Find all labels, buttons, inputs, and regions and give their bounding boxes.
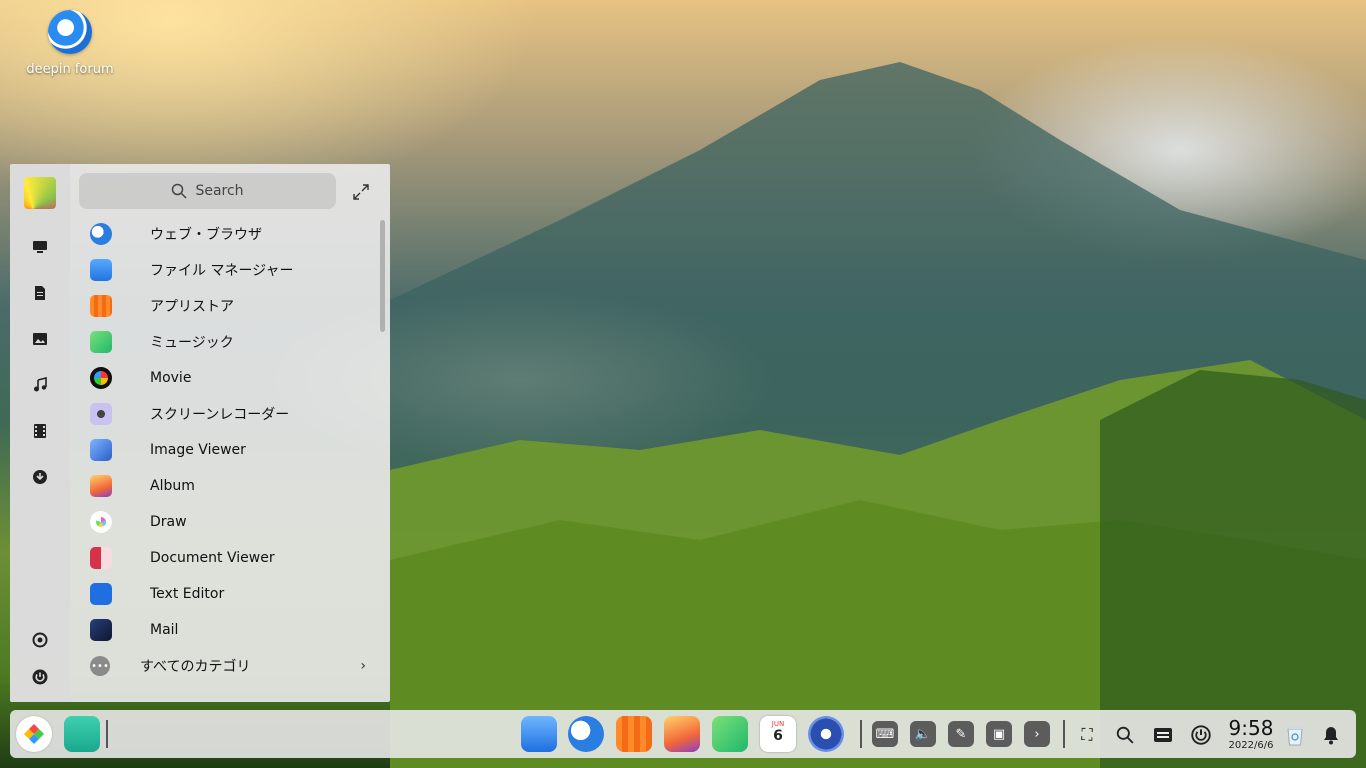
app-label: ウェブ・ブラウザ [150,227,262,243]
download-category-icon[interactable] [30,467,50,487]
app-label: ミュージック [150,335,234,351]
app-label: アプリストア [150,299,234,315]
search-icon [172,183,187,199]
app-list: ウェブ・ブラウザ ファイル マネージャー アプリストア ミュージック Movie… [80,216,380,648]
app-label: Mail [150,622,179,638]
dock-music-icon[interactable] [712,716,748,752]
dock-separator [106,720,108,748]
app-item-image-viewer[interactable]: Image Viewer [80,432,380,468]
document-viewer-icon [90,547,112,569]
app-label: Movie [150,370,192,386]
keyboard-icon[interactable]: ⌨ [872,721,898,747]
category-rail [10,164,70,702]
settings-icon[interactable] [30,630,50,650]
volume-icon[interactable]: 🔈 [910,721,936,747]
music-category-icon[interactable] [30,375,50,395]
all-categories-label: すべてのカテゴリ [140,659,251,675]
clock-time[interactable]: 9:58 [1228,718,1274,738]
launcher-button[interactable] [16,716,52,752]
dock-file-manager-icon[interactable] [521,716,557,752]
app-item-web-browser[interactable]: ウェブ・ブラウザ [80,216,380,252]
desktop-icon-deepin-forum[interactable]: deepin forum [22,10,118,77]
dock-calendar-icon[interactable]: JUN 6 [760,716,796,752]
chevron-right-icon: › [360,658,366,674]
app-store-icon [90,295,112,317]
video-category-icon[interactable] [30,421,50,441]
app-item-screen-recorder[interactable]: スクリーンレコーダー [80,396,380,432]
app-item-document-viewer[interactable]: Document Viewer [80,540,380,576]
app-item-mail[interactable]: Mail [80,612,380,648]
app-label: ファイル マネージャー [150,263,294,279]
file-manager-icon [90,259,112,281]
app-item-text-editor[interactable]: Text Editor [80,576,380,612]
search-input[interactable]: Search [79,173,336,209]
app-item-movie[interactable]: Movie [80,360,380,396]
draw-icon [90,511,112,533]
more-dots-icon: ••• [90,656,110,676]
app-label: Album [150,478,195,494]
dock-album-icon[interactable] [664,716,700,752]
desktop-icon-label: deepin forum [26,62,114,77]
pen-icon[interactable]: ✎ [948,721,974,747]
dock: JUN 6 ⌨ 🔈 ✎ ▣ › ⛶ 9:58 2022/6/6 [10,710,1356,758]
image-category-icon[interactable] [30,329,50,349]
all-categories-button[interactable]: ••• すべてのカテゴリ › [80,650,380,682]
multitask-view-icon[interactable] [64,716,100,752]
image-viewer-icon [90,439,112,461]
app-label: スクリーンレコーダー [150,407,290,423]
app-label: Text Editor [150,586,225,602]
clock-date[interactable]: 2022/6/6 [1224,740,1278,751]
app-label: Document Viewer [150,550,275,566]
calendar-day: 6 [773,728,783,744]
dock-separator [1063,720,1065,748]
deepin-logo-icon [48,10,92,54]
app-item-music[interactable]: ミュージック [80,324,380,360]
dock-settings-icon[interactable] [808,716,844,752]
app-item-draw[interactable]: Draw [80,504,380,540]
album-icon [90,475,112,497]
dock-app-store-icon[interactable] [616,716,652,752]
document-category-icon[interactable] [30,283,50,303]
mail-icon [90,619,112,641]
desktop-category-icon[interactable] [30,237,50,257]
onscreen-keyboard-icon[interactable] [1150,722,1176,748]
app-item-file-manager[interactable]: ファイル マネージャー [80,252,380,288]
app-label: Image Viewer [150,442,246,458]
power-icon[interactable] [30,667,50,687]
app-launcher: Search ウェブ・ブラウザ ファイル マネージャー アプリストア ミュージッ… [10,164,390,702]
trash-icon[interactable] [1282,722,1308,748]
notification-bell-icon[interactable] [1318,722,1344,748]
music-icon [90,331,112,353]
dock-separator [860,720,862,748]
screen-record-icon[interactable]: ▣ [986,721,1012,747]
app-label: Draw [150,514,187,530]
browser-icon [90,223,112,245]
app-item-app-store[interactable]: アプリストア [80,288,380,324]
text-editor-icon [90,583,112,605]
screen-recorder-icon [90,403,112,425]
app-item-album[interactable]: Album [80,468,380,504]
calendar-month: JUN [771,720,785,728]
dock-browser-icon[interactable] [568,716,604,752]
screenshot-icon[interactable]: ⛶ [1074,722,1100,748]
app-list-scrollbar[interactable] [380,220,385,332]
search-icon[interactable] [1112,722,1138,748]
fullscreen-toggle-icon[interactable] [350,181,372,203]
shutdown-icon[interactable] [1188,722,1214,748]
user-avatar[interactable] [24,177,56,209]
chevron-right-icon[interactable]: › [1024,721,1050,747]
movie-icon [90,367,112,389]
search-placeholder: Search [195,183,244,199]
